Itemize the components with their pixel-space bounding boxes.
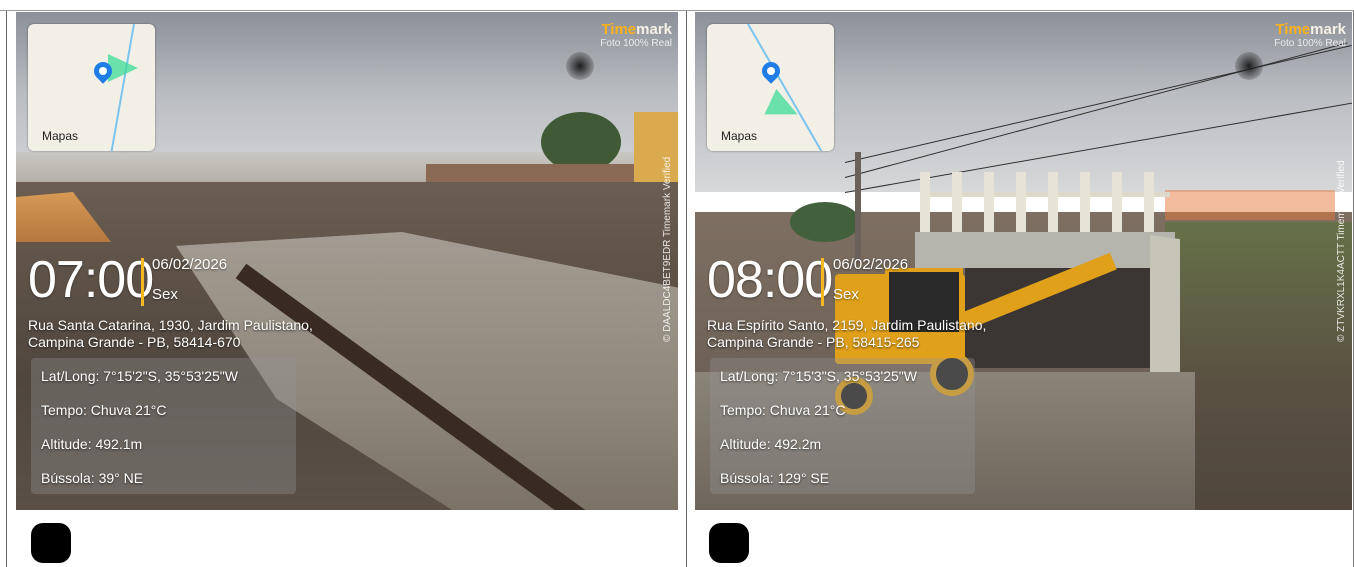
map-label: Mapas [721, 129, 758, 143]
avatar[interactable] [31, 523, 71, 563]
photo-cell-2: Mapas Timemark Foto 100% Real © ZTVKRXL1… [686, 11, 1354, 567]
photo-1[interactable]: Mapas Timemark Foto 100% Real © DAALDC4B… [16, 12, 678, 510]
address: Rua Espírito Santo, 2159, Jardim Paulist… [707, 317, 986, 351]
map-thumbnail[interactable]: Mapas [707, 24, 834, 151]
heading-beam-icon [108, 54, 138, 82]
weather: Tempo: Chuva 21°C [41, 402, 167, 418]
avatar[interactable] [709, 523, 749, 563]
info-panel: Lat/Long: 7°15'3"S, 35°53'25"W Tempo: Ch… [710, 358, 975, 494]
brand-subtitle: Foto 100% Real [1274, 38, 1346, 49]
bridge-deck [915, 232, 1175, 268]
map-road [747, 24, 834, 151]
compass: Bússola: 129° SE [720, 470, 830, 486]
address-line-2: Campina Grande - PB, 58414-670 [28, 334, 241, 350]
latlong: Lat/Long: 7°15'2"S, 35°53'25"W [41, 368, 238, 384]
altitude: Altitude: 492.2m [720, 436, 822, 452]
lens-smudge [566, 52, 594, 80]
date-stamp: 06/02/2026 [152, 256, 228, 273]
heading-beam-icon [764, 88, 804, 128]
verification-code: © DAALDC4BET9EDR Timemark Verified [662, 156, 673, 342]
time-divider [141, 258, 144, 306]
weekday: Sex [833, 286, 859, 303]
brand-name: Timemark [601, 21, 672, 38]
address: Rua Santa Catarina, 1930, Jardim Paulist… [28, 317, 313, 351]
compass: Bússola: 39° NE [41, 470, 144, 486]
time-stamp: 08:00 [707, 251, 833, 309]
time-stamp: 07:00 [28, 251, 154, 309]
address-line-1: Rua Espírito Santo, 2159, Jardim Paulist… [707, 317, 987, 333]
tree [541, 112, 621, 172]
tree [790, 202, 860, 242]
map-label: Mapas [42, 129, 79, 143]
utility-pole [855, 152, 861, 262]
orange-fence [1165, 190, 1335, 220]
info-panel: Lat/Long: 7°15'2"S, 35°53'25"W Tempo: Ch… [31, 358, 296, 494]
brand-subtitle: Foto 100% Real [600, 38, 672, 49]
address-line-1: Rua Santa Catarina, 1930, Jardim Paulist… [28, 317, 313, 333]
timemark-brand: Timemark Foto 100% Real [600, 21, 672, 49]
verification-code: © ZTVKRXL1K4ACTT Timemark Verified [1336, 160, 1347, 342]
photo-cell-1: Mapas Timemark Foto 100% Real © DAALDC4B… [6, 11, 680, 567]
brand-name: Timemark [1275, 21, 1346, 38]
altitude: Altitude: 492.1m [41, 436, 143, 452]
latlong: Lat/Long: 7°15'3"S, 35°53'25"W [720, 368, 917, 384]
lens-smudge [1235, 52, 1263, 80]
top-bar [0, 0, 1354, 11]
bridge-balusters [920, 172, 1170, 232]
map-road [103, 24, 135, 151]
time-divider [821, 258, 824, 306]
weekday: Sex [152, 286, 178, 303]
photo-2[interactable]: Mapas Timemark Foto 100% Real © ZTVKRXL1… [695, 12, 1352, 510]
timemark-brand: Timemark Foto 100% Real [1274, 21, 1346, 49]
date-stamp: 06/02/2026 [833, 256, 909, 273]
address-line-2: Campina Grande - PB, 58415-265 [707, 334, 920, 350]
map-thumbnail[interactable]: Mapas [28, 24, 155, 151]
weather: Tempo: Chuva 21°C [720, 402, 846, 418]
